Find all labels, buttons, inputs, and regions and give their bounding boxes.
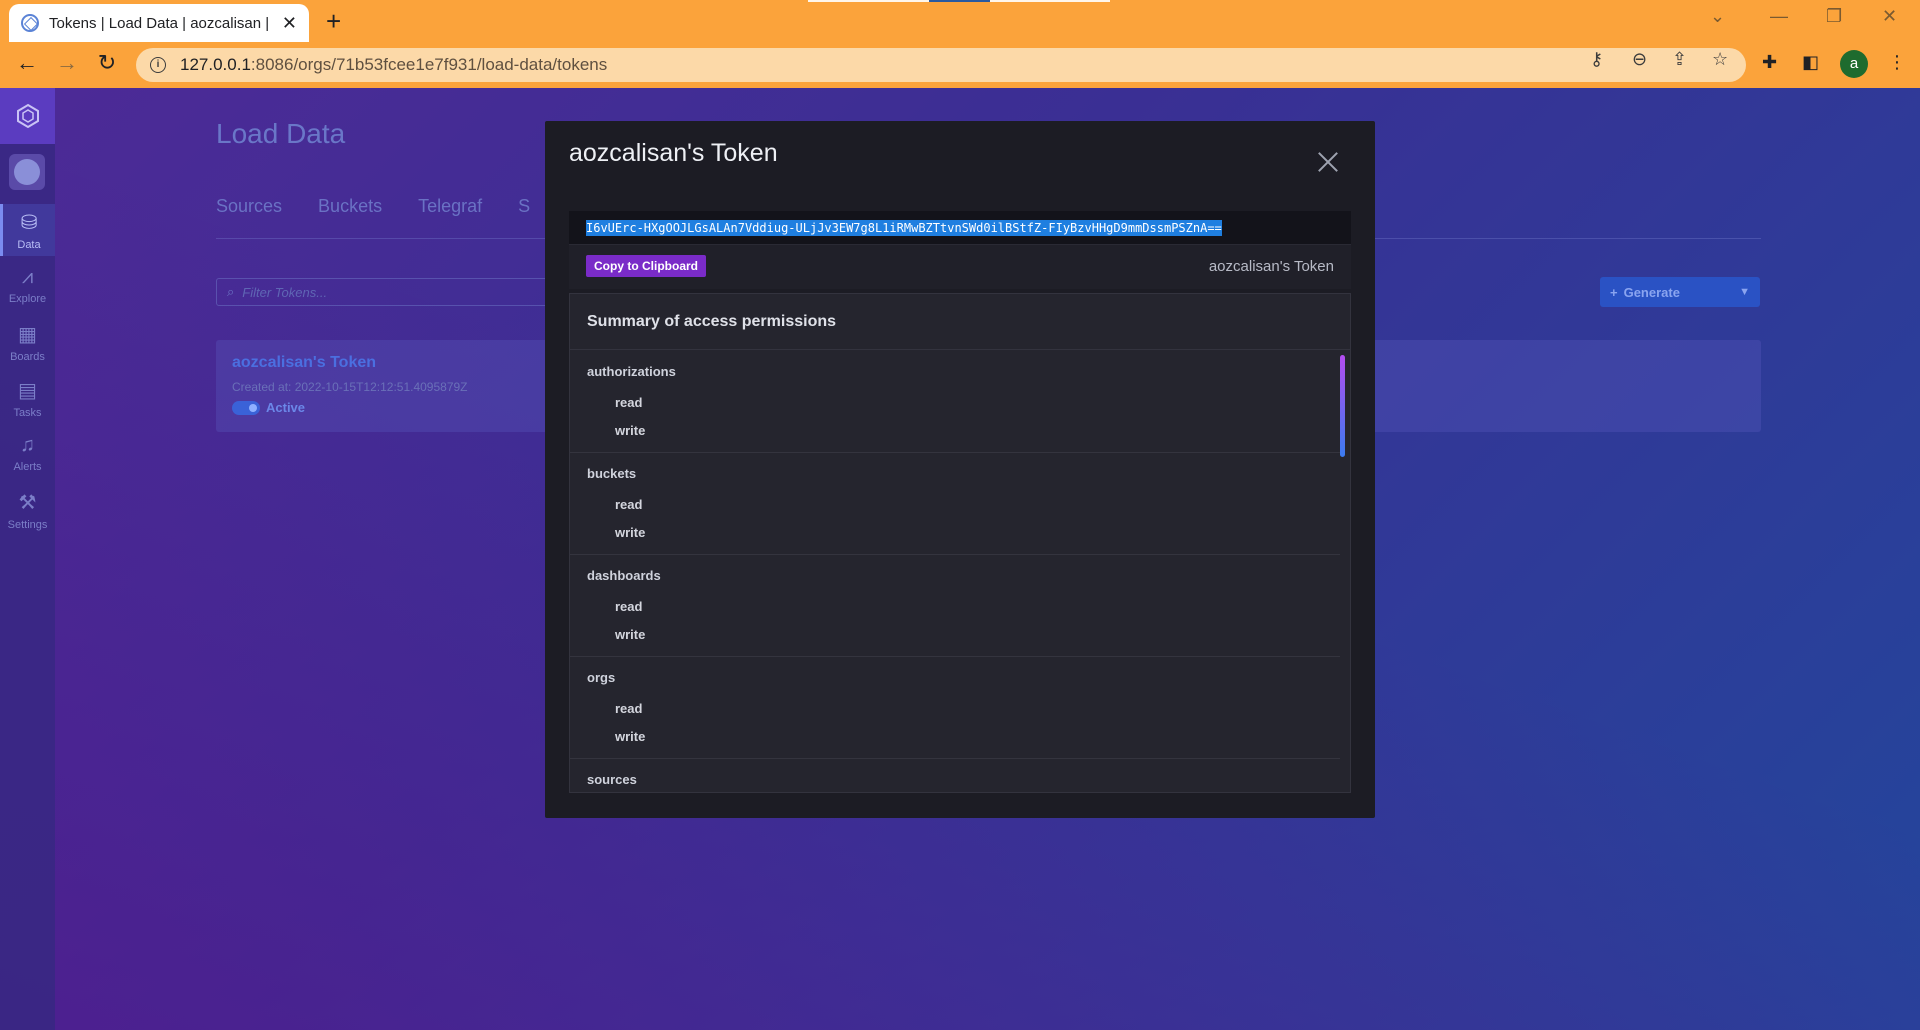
token-value-row[interactable]: I6vUErc-HXgOOJLGsALAn7Vddiug-ULjJv3EW7g8… [569, 211, 1351, 245]
sidebar-item-tasks[interactable]: ▤ Tasks [0, 372, 55, 424]
tab-title: Tokens | Load Data | aozcalisan | [49, 14, 269, 32]
close-icon[interactable] [1317, 151, 1339, 173]
sidebar-item-label: Data [17, 239, 41, 251]
permission-write: write [615, 627, 646, 642]
restore-icon[interactable]: ❐ [1826, 6, 1842, 27]
new-tab-icon[interactable]: + [326, 6, 341, 37]
modal-title: aozcalisan's Token [569, 139, 778, 167]
tab-telegraf[interactable]: Telegraf [418, 196, 482, 217]
sidebar-item-explore[interactable]: ⩘ Explore [0, 260, 55, 312]
permission-write: write [615, 729, 646, 744]
tab-close-icon[interactable]: ✕ [282, 13, 297, 34]
sidebar-item-label: Settings [7, 519, 48, 531]
token-modal: aozcalisan's Token I6vUErc-HXgOOJLGsALAn… [545, 121, 1375, 818]
user-avatar[interactable] [9, 154, 45, 190]
caret-down-icon[interactable]: ▼ [1739, 286, 1750, 298]
back-icon[interactable]: ← [12, 50, 42, 76]
permission-read: read [615, 701, 643, 716]
graph-icon: ⩘ [21, 266, 34, 288]
sidebar: ⛁ Data ⩘ Explore ▦ Boards ▤ Tasks ♫ Aler… [0, 88, 55, 1030]
token-description: aozcalisan's Token [1208, 258, 1334, 275]
token-value[interactable]: I6vUErc-HXgOOJLGsALAn7Vddiug-ULjJv3EW7g8… [586, 220, 1222, 236]
token-status: Active [232, 400, 305, 415]
permission-group: buckets read write [570, 453, 1340, 555]
permissions-panel: Summary of access permissions authorizat… [569, 293, 1351, 793]
wrench-icon: ⚒ [18, 492, 37, 514]
side-panel-icon[interactable]: ◧ [1802, 52, 1819, 73]
browser-tab[interactable]: Tokens | Load Data | aozcalisan | ✕ [9, 4, 309, 42]
permissions-scrollbar[interactable] [1340, 351, 1346, 791]
zoom-icon[interactable]: ⊖ [1632, 49, 1647, 70]
bookmark-star-icon[interactable]: ☆ [1712, 49, 1728, 70]
menu-icon[interactable]: ⋮ [1888, 52, 1906, 73]
influxdb-logo[interactable] [0, 88, 55, 144]
filter-tokens-input[interactable]: ⌕ Filter Tokens... [216, 278, 556, 306]
permission-resource: sources [587, 772, 637, 787]
permission-group: orgs read write [570, 657, 1340, 759]
active-toggle[interactable] [232, 400, 260, 415]
permission-resource: dashboards [587, 568, 661, 583]
sidebar-item-data[interactable]: ⛁ Data [0, 204, 55, 256]
filter-placeholder: Filter Tokens... [242, 284, 328, 300]
plus-icon: + [1610, 284, 1618, 300]
permissions-header: Summary of access permissions [570, 294, 1350, 350]
permission-group: dashboards read write [570, 555, 1340, 657]
permissions-list: authorizations read write buckets read w… [570, 351, 1340, 792]
token-box: I6vUErc-HXgOOJLGsALAn7Vddiug-ULjJv3EW7g8… [569, 211, 1351, 289]
influxdb-favicon-icon [21, 14, 39, 32]
logo-icon [16, 103, 39, 129]
bell-icon: ♫ [20, 434, 35, 456]
permission-read: read [615, 497, 643, 512]
permission-group: sources [570, 759, 1340, 792]
sidebar-item-label: Boards [10, 351, 45, 363]
permission-write: write [615, 423, 646, 438]
key-icon[interactable]: ⚷ [1590, 49, 1603, 70]
tab-sources[interactable]: Sources [216, 196, 282, 217]
permission-resource: orgs [587, 670, 616, 685]
sidebar-item-alerts[interactable]: ♫ Alerts [0, 428, 55, 480]
user-icon [14, 159, 40, 185]
sidebar-item-label: Tasks [13, 407, 42, 419]
site-info-icon[interactable]: i [150, 57, 166, 73]
tab-scrapers[interactable]: S [518, 196, 530, 217]
browser-toolbar: ← → ↻ i 127.0.0.1:8086/orgs/71b53fcee1e7… [0, 42, 1920, 88]
copy-to-clipboard-button[interactable]: Copy to Clipboard [586, 255, 706, 277]
dashboard-icon: ▦ [18, 324, 37, 346]
minimize-icon[interactable]: — [1770, 6, 1788, 27]
generate-label: Generate [1623, 284, 1680, 300]
sidebar-item-boards[interactable]: ▦ Boards [0, 316, 55, 368]
status-label: Active [266, 400, 306, 415]
close-window-icon[interactable]: ✕ [1882, 6, 1897, 27]
address-bar[interactable]: i 127.0.0.1:8086/orgs/71b53fcee1e7f931/l… [136, 48, 1746, 82]
permission-resource: buckets [587, 466, 637, 481]
sidebar-item-label: Explore [8, 293, 47, 305]
sidebar-item-settings[interactable]: ⚒ Settings [0, 484, 55, 536]
extensions-icon[interactable]: ✚ [1762, 52, 1777, 73]
sidebar-item-label: Alerts [13, 461, 42, 473]
forward-icon[interactable]: → [52, 50, 82, 76]
generate-button[interactable]: + Generate ▼ [1600, 277, 1760, 307]
calendar-icon: ▤ [18, 380, 37, 402]
database-icon: ⛁ [20, 212, 38, 234]
search-icon: ⌕ [227, 284, 235, 299]
page-tabs: Sources Buckets Telegraf S [216, 196, 530, 217]
tab-buckets[interactable]: Buckets [318, 196, 382, 217]
permission-write: write [615, 525, 646, 540]
permission-read: read [615, 395, 643, 410]
share-icon[interactable]: ⇪ [1672, 49, 1687, 70]
reload-icon[interactable]: ↻ [92, 50, 122, 76]
tabstrip-accent-2 [929, 0, 990, 2]
permission-group: authorizations read write [570, 351, 1340, 453]
page-title: Load Data [216, 118, 346, 149]
profile-avatar[interactable]: a [1840, 50, 1868, 78]
browser-tabstrip: Tokens | Load Data | aozcalisan | ✕ + ⌄ … [0, 0, 1920, 42]
permission-resource: authorizations [587, 364, 676, 379]
permission-read: read [615, 599, 643, 614]
scrollbar-thumb[interactable] [1340, 355, 1345, 457]
token-name-link[interactable]: aozcalisan's Token [232, 354, 376, 372]
token-created: Created at: 2022-10-15T12:12:51.4095879Z [232, 380, 468, 394]
tab-search-icon[interactable]: ⌄ [1710, 6, 1725, 27]
url-text: 127.0.0.1:8086/orgs/71b53fcee1e7f931/loa… [180, 55, 608, 74]
